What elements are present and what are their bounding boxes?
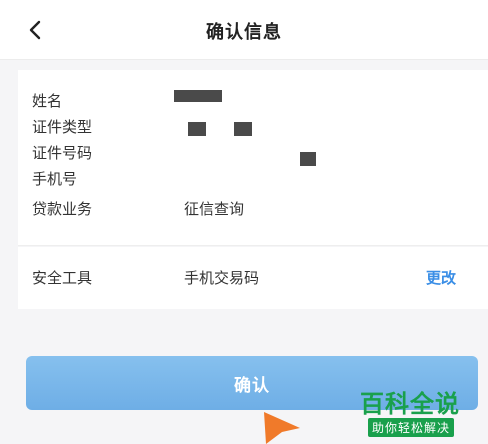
- security-tool-label: 安全工具: [32, 269, 93, 287]
- security-tool-value: 手机交易码: [184, 269, 260, 287]
- change-link[interactable]: 更改: [426, 267, 456, 288]
- redaction-block: [188, 122, 206, 136]
- info-row-id-number: 证件号码: [32, 142, 472, 164]
- name-label: 姓名: [32, 92, 63, 110]
- header-bar: 确认信息: [0, 0, 488, 60]
- id-type-label: 证件类型: [32, 118, 93, 136]
- redaction-block: [234, 122, 252, 136]
- phone-label: 手机号: [32, 170, 78, 188]
- security-card: 安全工具 手机交易码 更改: [18, 247, 488, 309]
- info-row-phone: 手机号: [32, 168, 472, 190]
- pointer-arrow-icon: [264, 412, 300, 444]
- watermark-logo: 百科全说 助你轻松解决: [360, 384, 478, 438]
- info-row-name: 姓名: [32, 90, 472, 112]
- info-card: 姓名 证件类型 证件号码 手机号 贷款业务 征信查询: [18, 70, 488, 246]
- watermark-subtitle: 助你轻松解决: [368, 418, 455, 437]
- redaction-block: [300, 152, 316, 166]
- info-row-id-type: 证件类型: [32, 116, 472, 138]
- id-number-label: 证件号码: [32, 144, 93, 162]
- security-row: 安全工具 手机交易码 更改: [32, 267, 472, 289]
- loan-business-label: 贷款业务: [32, 200, 93, 218]
- watermark-title: 百科全说: [360, 390, 460, 418]
- info-row-loan-business: 贷款业务 征信查询: [32, 198, 472, 220]
- page-title: 确认信息: [206, 22, 282, 43]
- redaction-block: [174, 90, 222, 102]
- loan-business-value: 征信查询: [184, 200, 245, 218]
